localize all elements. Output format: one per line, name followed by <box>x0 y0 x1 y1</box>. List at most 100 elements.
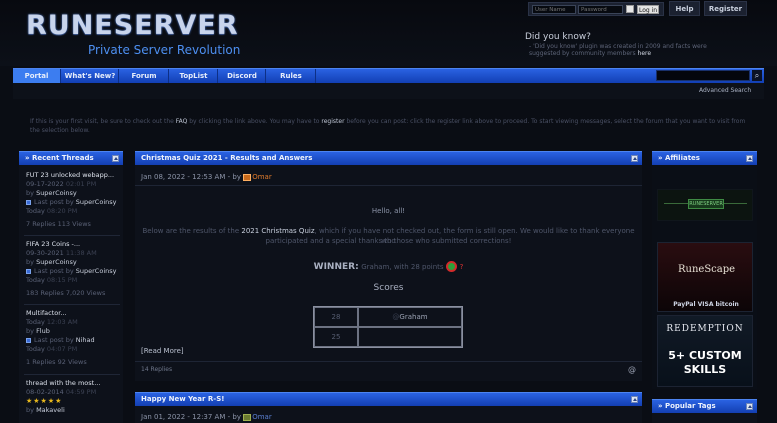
did-you-know-link[interactable]: here <box>638 50 652 57</box>
user-rank-icon <box>243 413 252 421</box>
thread-item: FUT 23 unlocked webapp... 09-17-2022 02:… <box>26 171 120 229</box>
collapse-icon[interactable] <box>631 396 638 403</box>
score-points: 25 <box>314 327 358 347</box>
rating-stars: ★★★★★ <box>26 397 63 405</box>
last-post-icon[interactable] <box>26 199 31 205</box>
affiliates-panel: » Affiliates RUNESERVER RuneScape PayPal… <box>652 151 757 389</box>
divider <box>135 185 642 186</box>
login-button[interactable]: Log in <box>637 5 659 14</box>
register-link[interactable]: register <box>321 118 344 125</box>
affiliates-title: » Affiliates <box>658 154 700 162</box>
main-navbar: Portal What's New? Forum TopList Discord… <box>13 68 764 83</box>
nav-forum[interactable]: Forum <box>120 69 169 83</box>
nav-discord[interactable]: Discord <box>219 69 266 83</box>
collapse-icon[interactable] <box>631 155 638 162</box>
recent-threads-header: » Recent Threads <box>19 151 123 165</box>
affiliate-logo: RuneScape <box>678 264 736 275</box>
welcome-notice: If this is your first visit, be sure to … <box>30 118 746 134</box>
popular-tags-title: » Popular Tags <box>658 402 716 410</box>
site-logo[interactable]: RUNESERVER <box>26 10 239 41</box>
thread-title[interactable]: FUT 23 unlocked webapp... <box>26 171 120 180</box>
nav-rules[interactable]: Rules <box>267 69 316 83</box>
recent-threads-panel: » Recent Threads FUT 23 unlocked webapp.… <box>19 151 123 423</box>
advanced-search-link[interactable]: Advanced Search <box>699 87 751 94</box>
post-title[interactable]: Christmas Quiz 2021 - Results and Answer… <box>141 154 312 162</box>
affiliate-banner-runeserver[interactable]: RUNESERVER <box>657 189 753 221</box>
post-body-line: participated and a special thanks to tho… <box>265 237 512 245</box>
scores-table: 28 @Graham 25 <box>313 306 463 348</box>
affiliates-header: » Affiliates <box>652 151 757 165</box>
post-panel: Christmas Quiz 2021 - Results and Answer… <box>135 151 642 381</box>
divider <box>24 304 120 305</box>
post-author[interactable]: Omar <box>252 413 272 421</box>
search-icon[interactable]: ⌕ <box>752 70 762 81</box>
quiz-link[interactable]: 2021 Christmas Quiz <box>241 227 314 235</box>
thread-title[interactable]: Multifactor... <box>26 309 120 318</box>
last-post-icon[interactable] <box>26 337 31 343</box>
post-panel: Happy New Year R-S! Jan 01, 2022 - 12:37… <box>135 392 642 423</box>
thread-item: Multifactor... Today 12:03 AM by Flub La… <box>26 309 120 367</box>
affiliate-title: REDEMPTION <box>666 324 744 334</box>
affiliate-slogan: SKILLS <box>683 363 727 376</box>
post-author[interactable]: Omar <box>252 173 272 181</box>
post-title[interactable]: Happy New Year R-S! <box>141 395 224 403</box>
login-form: Log in <box>528 2 664 16</box>
remember-me-checkbox[interactable] <box>626 5 634 13</box>
payment-methods: PayPal VISA bitcoin <box>673 301 739 308</box>
popular-tags-panel: » Popular Tags <box>652 399 757 423</box>
thread-stats: 1 Replies 92 Views <box>26 358 87 366</box>
nav-whats-new[interactable]: What's New? <box>62 69 119 83</box>
nav-portal[interactable]: Portal <box>13 69 61 83</box>
faq-link[interactable]: FAQ <box>176 118 188 125</box>
last-post-user[interactable]: SuperCoinsy <box>76 198 117 206</box>
user-rank-icon <box>243 173 252 181</box>
post-meta: Jan 08, 2022 - 12:53 AM - by Omar <box>141 173 272 181</box>
affiliate-banner-rsps[interactable]: RuneScape PayPal VISA bitcoin <box>657 242 753 312</box>
did-you-know-text: - 'Did you know' plugin was created in 2… <box>529 43 707 57</box>
last-post-user[interactable]: Nihad <box>76 336 95 344</box>
post-header: Christmas Quiz 2021 - Results and Answer… <box>135 151 642 165</box>
collapse-icon[interactable] <box>746 403 753 410</box>
search-input[interactable] <box>656 70 750 81</box>
register-button[interactable]: Register <box>704 1 747 16</box>
thread-item: FIFA 23 Coins -... 09-30-2021 11:38 AM b… <box>26 240 120 298</box>
help-button[interactable]: Help <box>669 1 700 16</box>
affiliate-banner-redemption[interactable]: REDEMPTION 5+ CUSTOM SKILLS <box>657 315 753 387</box>
grinch-emoji-icon <box>446 261 458 272</box>
thread-item: thread with the most... 08-02-2014 04:59… <box>26 379 120 415</box>
affiliate-slogan: 5+ CUSTOM <box>668 349 742 362</box>
last-post-user[interactable]: SuperCoinsy <box>76 267 117 275</box>
divider <box>24 374 120 375</box>
did-you-know-title: Did you know? <box>525 32 591 42</box>
thread-title[interactable]: FIFA 23 Coins -... <box>26 240 120 249</box>
popular-tags-header: » Popular Tags <box>652 399 757 413</box>
scores-title: Scores <box>373 283 404 293</box>
post-header: Happy New Year R-S! <box>135 392 642 406</box>
password-input[interactable] <box>578 5 623 14</box>
sub-navbar <box>13 83 764 99</box>
divider <box>135 361 642 362</box>
thread-author[interactable]: Flub <box>36 327 50 335</box>
thread-author[interactable]: SuperCoinsy <box>36 189 77 197</box>
thread-stats: 7 Replies 113 Views <box>26 220 91 228</box>
post-greeting: Hello, all! <box>371 207 406 215</box>
last-post-icon[interactable] <box>26 268 31 274</box>
collapse-icon[interactable] <box>112 155 119 162</box>
score-points: 28 <box>314 307 358 327</box>
post-meta: Jan 01, 2022 - 12:37 AM - by Omar <box>141 413 272 421</box>
thread-author[interactable]: SuperCoinsy <box>36 258 77 266</box>
winner-line: WINNER: Graham, with 28 points ? <box>313 261 464 272</box>
table-row: 25 <box>314 327 462 347</box>
read-more-link[interactable]: [Read More] <box>141 347 184 355</box>
thread-author[interactable]: Makaveli <box>36 406 65 414</box>
collapse-icon[interactable] <box>746 155 753 162</box>
site-tagline: Private Server Revolution <box>88 43 241 57</box>
username-input[interactable] <box>532 5 576 14</box>
share-icon[interactable]: @ <box>628 365 636 374</box>
nav-toplist[interactable]: TopList <box>170 69 218 83</box>
replies-link[interactable]: 14 Replies <box>141 366 172 373</box>
table-row: 28 @Graham <box>314 307 462 327</box>
divider <box>24 235 120 236</box>
thread-stats: 183 Replies 7,020 Views <box>26 289 106 297</box>
thread-title[interactable]: thread with the most... <box>26 379 120 388</box>
